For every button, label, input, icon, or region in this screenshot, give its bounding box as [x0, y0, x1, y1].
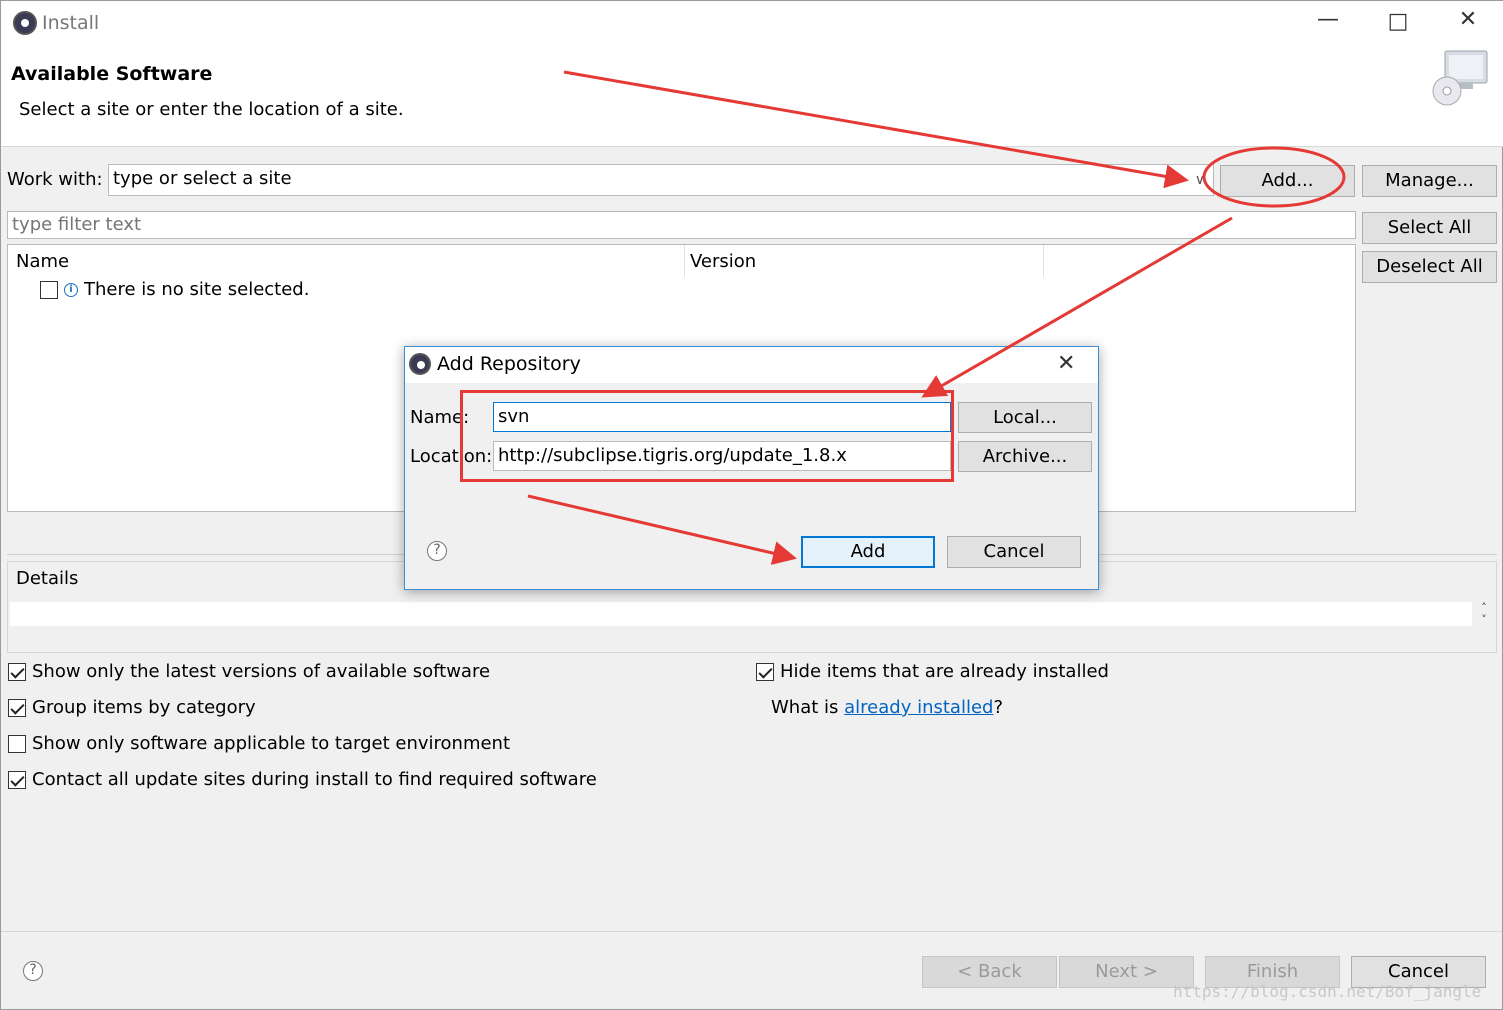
annotation-overlay — [527, 70, 1346, 565]
annotation-arrow — [921, 216, 1233, 398]
annotation-ellipse — [1202, 146, 1346, 208]
annotation-arrow — [527, 494, 797, 565]
annotation-arrow — [563, 70, 1189, 189]
